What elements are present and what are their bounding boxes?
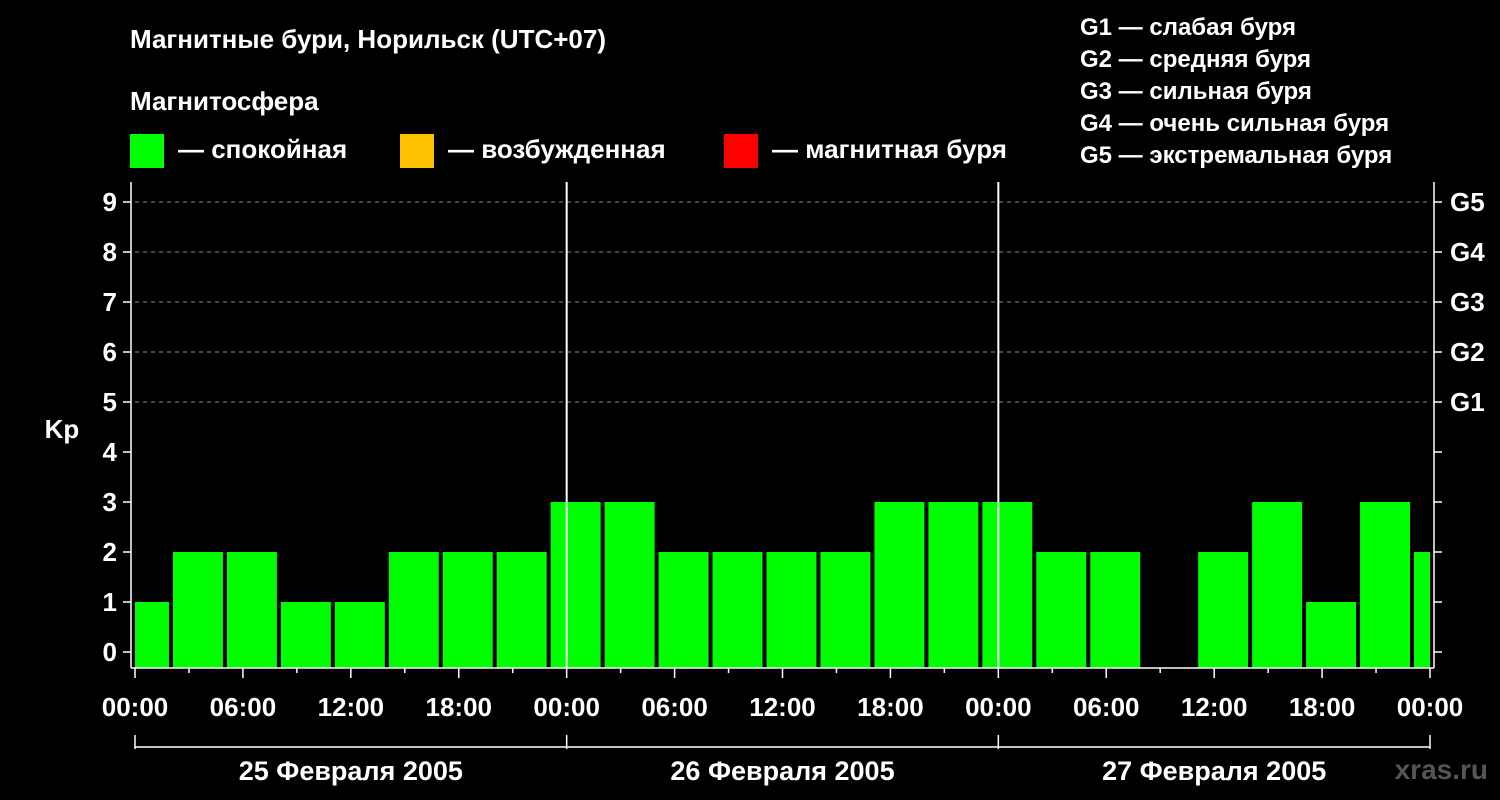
x-tick-label-7: 18:00	[857, 692, 924, 722]
day-label-1: 26 Февраля 2005	[670, 756, 894, 786]
x-tick-label-5: 06:00	[641, 692, 708, 722]
bar-12	[766, 552, 817, 668]
day-label-0: 25 Февраля 2005	[239, 756, 463, 786]
bar-15	[928, 502, 979, 668]
x-tick-label-2: 12:00	[318, 692, 385, 722]
bar-7	[496, 552, 547, 668]
x-tick-label-12: 00:00	[1397, 692, 1464, 722]
x-tick-label-10: 12:00	[1181, 692, 1248, 722]
day-label-2: 27 Февраля 2005	[1102, 756, 1326, 786]
bar-10	[658, 552, 709, 668]
right-tick-label-g5: G5	[1450, 187, 1485, 217]
x-tick-label-9: 06:00	[1073, 692, 1140, 722]
y-tick-label-4: 4	[103, 437, 118, 467]
bar-2	[226, 552, 277, 668]
kp-bar-chart: 0 1 2 3 4 5 6 7 8 9 G1 G2 G3 G4 G5 Kp 00:00 06:00 12:00 18:…	[45, 182, 1485, 786]
y-tick-label-3: 3	[103, 487, 117, 517]
bar-14	[874, 502, 925, 668]
bar-11	[712, 552, 763, 668]
x-tick-label-0: 00:00	[102, 692, 169, 722]
x-tick-label-3: 18:00	[426, 692, 493, 722]
x-tick-label-8: 00:00	[965, 692, 1032, 722]
x-tick-label-6: 12:00	[749, 692, 816, 722]
y-tick-label-2: 2	[103, 537, 117, 567]
right-tick-label-g2: G2	[1450, 337, 1485, 367]
y-tick-label-7: 7	[103, 287, 117, 317]
bar-3	[280, 602, 331, 668]
y-tick-label-9: 9	[103, 187, 117, 217]
bar-6	[442, 552, 493, 668]
bar-23	[1360, 502, 1411, 668]
y-tick-label-1: 1	[103, 587, 117, 617]
x-tick-label-4: 00:00	[533, 692, 600, 722]
x-tick-label-1: 06:00	[210, 692, 277, 722]
bar-4	[334, 602, 385, 668]
bar-20	[1198, 552, 1249, 668]
y-tick-label-6: 6	[103, 337, 117, 367]
bar-13	[820, 552, 871, 668]
bar-22	[1306, 602, 1357, 668]
right-tick-label-g3: G3	[1450, 287, 1485, 317]
y-tick-label-0: 0	[103, 637, 117, 667]
bar-5	[388, 552, 439, 668]
bar-0	[135, 602, 169, 668]
bar-16	[982, 502, 1033, 668]
bar-9	[604, 502, 655, 668]
right-tick-label-g4: G4	[1450, 237, 1485, 267]
bar-18	[1090, 552, 1141, 668]
y-tick-label-8: 8	[103, 237, 117, 267]
bar-1	[172, 552, 223, 668]
right-tick-label-g1: G1	[1450, 387, 1485, 417]
watermark: xras.ru	[1394, 754, 1488, 785]
bar-24	[1414, 552, 1430, 668]
y-axis-label: Kp	[45, 414, 80, 444]
bar-21	[1252, 502, 1303, 668]
x-tick-label-11: 18:00	[1289, 692, 1356, 722]
y-tick-label-5: 5	[103, 387, 117, 417]
bar-17	[1036, 552, 1087, 668]
bar-8	[550, 502, 601, 668]
